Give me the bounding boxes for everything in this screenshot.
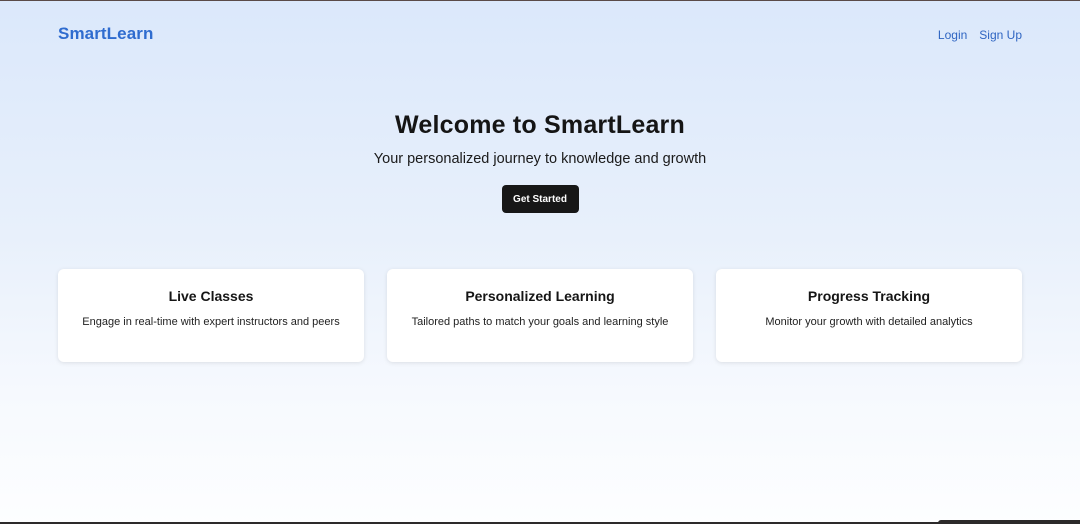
feature-card-description: Engage in real-time with expert instruct… (82, 316, 340, 328)
window-bottom-edge-tab (938, 520, 1080, 524)
get-started-button[interactable]: Get Started (501, 185, 579, 213)
feature-card-personalized-learning: Personalized Learning Tailored paths to … (387, 269, 693, 362)
feature-card-title: Personalized Learning (465, 288, 615, 304)
feature-card-description: Monitor your growth with detailed analyt… (765, 316, 973, 328)
hero-title: Welcome to SmartLearn (395, 111, 685, 139)
hero-section: Welcome to SmartLearn Your personalized … (0, 111, 1080, 213)
feature-card-title: Live Classes (168, 288, 254, 304)
features-section: Live Classes Engage in real-time with ex… (58, 269, 1022, 362)
navbar: SmartLearn Login Sign Up (0, 1, 1080, 69)
feature-card-progress-tracking: Progress Tracking Monitor your growth wi… (716, 269, 1022, 362)
brand-logo[interactable]: SmartLearn (58, 24, 153, 44)
feature-card-title: Progress Tracking (807, 288, 931, 304)
signup-link[interactable]: Sign Up (979, 28, 1022, 42)
hero-subtitle: Your personalized journey to knowledge a… (373, 151, 707, 167)
feature-card-description: Tailored paths to match your goals and l… (411, 316, 669, 328)
nav-links: Login Sign Up (938, 28, 1022, 42)
login-link[interactable]: Login (938, 28, 967, 42)
feature-card-live-classes: Live Classes Engage in real-time with ex… (58, 269, 364, 362)
